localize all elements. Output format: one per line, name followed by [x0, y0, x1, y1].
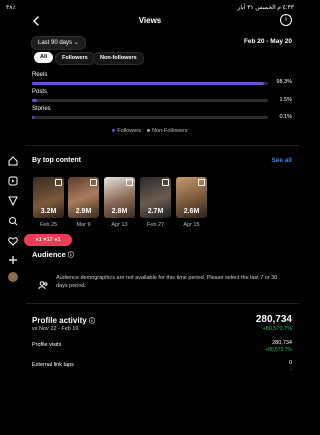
- profile-visits-change: +80,570.7%: [265, 347, 292, 353]
- status-bar: ٣٨٪ ٤:٣٣ م الخميس ٣١ آيار: [0, 2, 300, 14]
- posts-label: Posts: [32, 89, 48, 95]
- followers-legend-dot: [112, 129, 116, 133]
- posts-bar: [32, 99, 268, 102]
- stories-percent: 0.1%: [279, 114, 292, 120]
- notif-count-b: 17: [46, 237, 53, 243]
- reel-badge-icon: [126, 179, 133, 186]
- activity-notification-badge[interactable]: ●1 ♥17 ●1: [24, 234, 72, 246]
- view-count: 2.6M: [183, 208, 200, 215]
- top-content-thumb[interactable]: 3.2M: [33, 177, 64, 218]
- audience-title: Audience ⓘ: [32, 250, 74, 259]
- top-content-thumb[interactable]: 2.9M: [68, 177, 99, 218]
- info-button[interactable]: i: [280, 14, 292, 26]
- stories-bar: [32, 116, 268, 119]
- legend-followers: Followers: [117, 128, 141, 134]
- legend: Followers Non-Followers: [0, 128, 300, 134]
- top-content-thumb[interactable]: 2.7M: [140, 177, 171, 218]
- reels-percent: 98.3%: [276, 79, 292, 85]
- thumb-date: Feb 25: [39, 222, 58, 228]
- search-icon[interactable]: [8, 213, 18, 226]
- filter-followers[interactable]: Followers: [55, 52, 95, 65]
- reels-bar: [32, 82, 268, 85]
- profile-activity-total: 280,734: [255, 314, 292, 325]
- thumb-date: Mar 9: [76, 222, 91, 228]
- view-count: 2.9M: [75, 208, 92, 215]
- thumb-date: Apr 15: [183, 222, 200, 228]
- audience-icon: [38, 277, 48, 290]
- thumb-date: Apr 13: [111, 222, 128, 228]
- reel-badge-icon: [90, 179, 97, 186]
- page-title: Views: [138, 16, 162, 25]
- non-followers-legend-dot: [147, 129, 151, 133]
- divider: [26, 303, 300, 304]
- notif-count-c: 1: [57, 237, 61, 243]
- battery-text: ٣٨٪: [6, 5, 16, 11]
- notif-count-a: 1: [38, 237, 42, 243]
- reels-bar-fill: [32, 82, 264, 85]
- reel-badge-icon: [162, 179, 169, 186]
- filter-all[interactable]: All: [34, 52, 54, 63]
- thumb-date: Feb 27: [146, 222, 165, 228]
- filter-non-followers[interactable]: Non-followers: [93, 52, 144, 65]
- status-time: ٤:٣٣ م الخميس ٣١ آيار: [237, 5, 294, 11]
- profile-activity-title: Profile activity ⓘ: [32, 316, 95, 325]
- date-range-text: Feb 20 - May 20: [243, 38, 292, 45]
- info-icon[interactable]: ⓘ: [68, 253, 74, 259]
- view-count: 3.2M: [40, 208, 57, 215]
- posts-bar-fill: [32, 99, 37, 102]
- reel-badge-icon: [198, 179, 205, 186]
- legend-non-followers: Non-Followers: [152, 128, 188, 134]
- top-content-thumb[interactable]: 2.8M: [104, 177, 135, 218]
- top-content-thumb[interactable]: 2.6M: [176, 177, 207, 218]
- stories-label: Stories: [32, 106, 51, 112]
- date-range-label: Last 90 days: [38, 40, 73, 46]
- external-link-taps-label: External link taps: [32, 362, 74, 368]
- view-count: 2.7M: [147, 208, 164, 215]
- chevron-down-icon: ⌄: [73, 40, 79, 46]
- date-range-dropdown[interactable]: Last 90 days ⌄: [31, 36, 86, 50]
- top-content-title: By top content: [32, 157, 81, 164]
- profile-activity-change: +80,570.7%: [262, 326, 292, 332]
- reels-label: Reels: [32, 72, 48, 78]
- stories-bar-fill: [32, 116, 35, 119]
- reels-icon[interactable]: [8, 173, 18, 186]
- reel-badge-icon: [55, 179, 62, 186]
- profile-avatar[interactable]: [8, 272, 18, 282]
- audience-message: Audience demographics are not available …: [56, 275, 278, 289]
- send-icon[interactable]: [8, 193, 18, 207]
- comparison-range: vs Nov 22 - Feb 19: [32, 326, 79, 332]
- info-icon[interactable]: ⓘ: [89, 319, 95, 325]
- profile-visits-label: Profile visits: [32, 342, 62, 348]
- divider: [26, 145, 300, 146]
- see-all-link[interactable]: See all: [271, 157, 292, 164]
- external-link-taps-change: -: [290, 367, 292, 373]
- create-icon[interactable]: [8, 252, 18, 264]
- home-icon[interactable]: [8, 153, 18, 166]
- posts-percent: 1.5%: [279, 97, 292, 103]
- info-icon: i: [285, 16, 287, 23]
- heart-icon[interactable]: [8, 233, 18, 246]
- view-count: 2.8M: [111, 208, 128, 215]
